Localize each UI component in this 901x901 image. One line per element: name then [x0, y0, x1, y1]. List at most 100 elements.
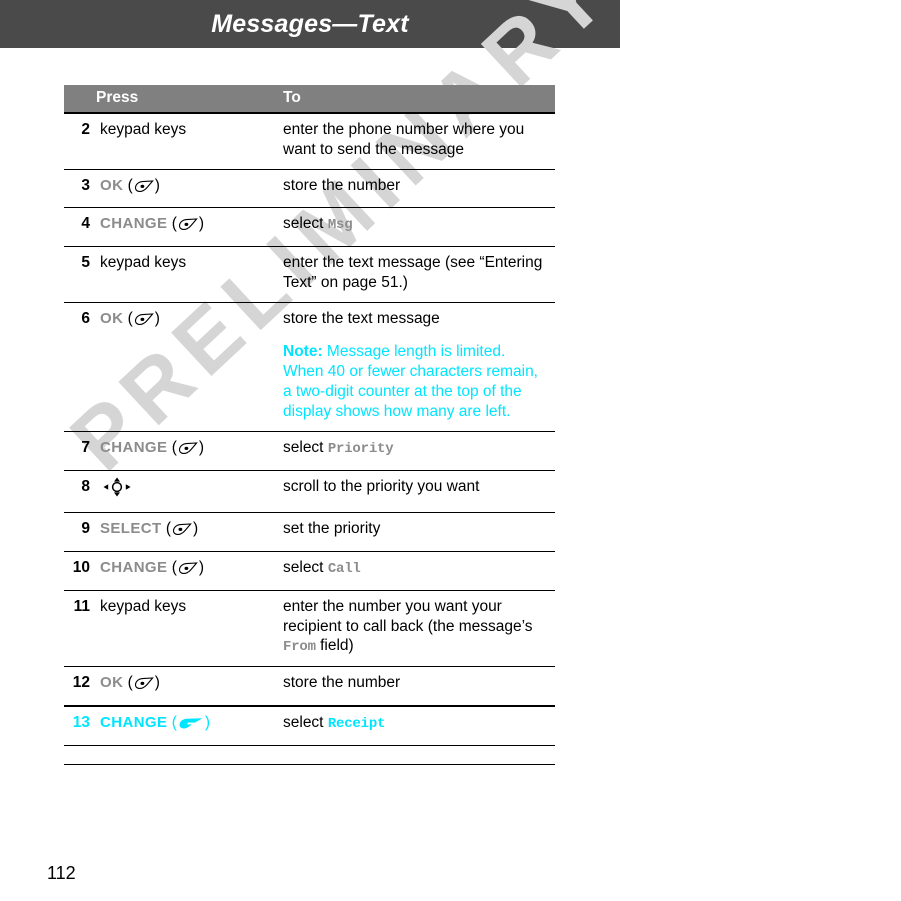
- paren-close: ): [193, 520, 199, 538]
- column-header-to: To: [280, 85, 555, 114]
- display-term: From: [283, 639, 316, 656]
- to-text: select: [283, 714, 328, 732]
- softkey-label: OK: [100, 309, 124, 327]
- paren-close: ): [198, 215, 205, 233]
- to-text: enter the phone number where you want to…: [283, 121, 525, 158]
- paren-close: ): [198, 558, 205, 576]
- table-row: 3 OK () store the number: [64, 169, 555, 209]
- column-header-press: Press: [90, 85, 280, 114]
- display-term: Msg: [327, 217, 353, 234]
- press-cell: CHANGE (): [90, 207, 280, 248]
- softkey-icon: [134, 179, 154, 199]
- softkey-label: CHANGE: [100, 215, 168, 233]
- softkey-label: OK: [100, 176, 124, 194]
- to-text: select: [283, 558, 328, 576]
- paren-open: (: [167, 714, 177, 732]
- softkey-label: CHANGE: [100, 439, 168, 457]
- step-number: 2: [64, 113, 90, 170]
- to-text: store the number: [283, 176, 401, 194]
- procedure-table: Press To 2 keypad keys enter the phone n…: [64, 85, 555, 765]
- step-number: 4: [64, 207, 90, 248]
- paren-open: (: [167, 215, 177, 233]
- step-number: 8: [64, 470, 90, 514]
- display-term: Priority: [327, 441, 394, 458]
- softkey-filled-icon: [178, 716, 204, 736]
- press-label: keypad keys: [100, 121, 187, 138]
- softkey-label: OK: [100, 674, 124, 692]
- table-body: 2 keypad keys enter the phone number whe…: [64, 113, 555, 765]
- note-label: Note:: [283, 342, 323, 360]
- paren-close: ): [154, 309, 160, 327]
- table-row: 12 OK () store the number: [64, 666, 555, 707]
- step-number: 5: [64, 246, 90, 303]
- page-title: Messages—Text: [211, 9, 409, 38]
- step-number: 12: [64, 666, 90, 707]
- press-cell: keypad keys: [90, 113, 280, 170]
- display-term: Call: [327, 560, 361, 577]
- table-header-row: Press To: [64, 85, 555, 114]
- paren-close: ): [204, 714, 211, 732]
- paren-open: (: [167, 439, 177, 457]
- press-cell: keypad keys: [90, 590, 280, 668]
- paren-open: (: [123, 674, 133, 692]
- press-cell: keypad keys: [90, 246, 280, 303]
- table-row-highlighted: 13 CHANGE () select Receipt: [64, 705, 555, 746]
- press-cell: OK (): [90, 302, 280, 433]
- press-cell: CHANGE (): [90, 431, 280, 472]
- paren-open: (: [123, 309, 133, 327]
- table-bottom-rule-cell: [280, 745, 555, 765]
- softkey-icon: [134, 676, 154, 696]
- step-number: 10: [64, 551, 90, 591]
- table-row: 6 OK () store the text message Note: Mes…: [64, 302, 555, 433]
- press-cell: CHANGE (): [90, 705, 280, 746]
- to-cell: store the number: [280, 666, 555, 707]
- paren-close: ): [198, 439, 205, 457]
- softkey-label: SELECT: [100, 520, 162, 538]
- softkey-icon: [134, 312, 154, 332]
- to-cell: select Msg: [280, 207, 555, 248]
- press-cell: CHANGE (): [90, 551, 280, 591]
- to-text: enter the number you want your recipient…: [283, 597, 533, 635]
- table-row: 11 keypad keys enter the number you want…: [64, 590, 555, 668]
- to-text: select: [283, 439, 328, 457]
- softkey-icon: [178, 561, 198, 581]
- softkey-icon: [178, 441, 198, 461]
- step-number: 13: [64, 705, 90, 746]
- page-header-banner: Messages—Text: [0, 0, 620, 48]
- softkey-icon: [172, 522, 192, 542]
- step-number: 9: [64, 512, 90, 552]
- table-bottom-rule: [64, 745, 555, 765]
- table-row: 7 CHANGE () select Priority: [64, 431, 555, 472]
- step-number: 3: [64, 169, 90, 209]
- table-bottom-rule-cell: [64, 745, 90, 765]
- to-text: scroll to the priority you want: [283, 478, 480, 496]
- paren-open: (: [161, 520, 172, 538]
- to-cell: store the number: [280, 169, 555, 209]
- note-block: Note: Message length is limited. When 40…: [283, 342, 549, 423]
- press-cell: [90, 470, 280, 514]
- softkey-icon: [178, 217, 198, 237]
- paren-close: ): [154, 176, 160, 194]
- press-label: keypad keys: [100, 254, 187, 272]
- to-text: select: [283, 215, 328, 233]
- step-number: 6: [64, 302, 90, 433]
- table-row: 10 CHANGE () select Call: [64, 551, 555, 591]
- to-text: set the priority: [283, 520, 381, 538]
- page-number: 112: [47, 863, 76, 883]
- to-cell: select Receipt: [280, 705, 555, 746]
- paren-close: ): [154, 674, 160, 692]
- table-row: 8 scroll to the priority you want: [64, 470, 555, 514]
- to-cell: enter the number you want your recipient…: [280, 590, 555, 668]
- to-cell: select Priority: [280, 431, 555, 472]
- to-cell: select Call: [280, 551, 555, 591]
- to-text: enter the text message (see “Entering Te…: [283, 254, 543, 292]
- column-header-spacer: [64, 85, 90, 114]
- to-text-suffix: field): [315, 637, 354, 655]
- step-number: 11: [64, 590, 90, 668]
- table-row: 5 keypad keys enter the text message (se…: [64, 246, 555, 303]
- table-row: 4 CHANGE () select Msg: [64, 207, 555, 248]
- press-cell: OK (): [90, 666, 280, 707]
- press-cell: OK (): [90, 169, 280, 209]
- display-term: Receipt: [327, 716, 386, 733]
- to-cell: enter the text message (see “Entering Te…: [280, 246, 555, 303]
